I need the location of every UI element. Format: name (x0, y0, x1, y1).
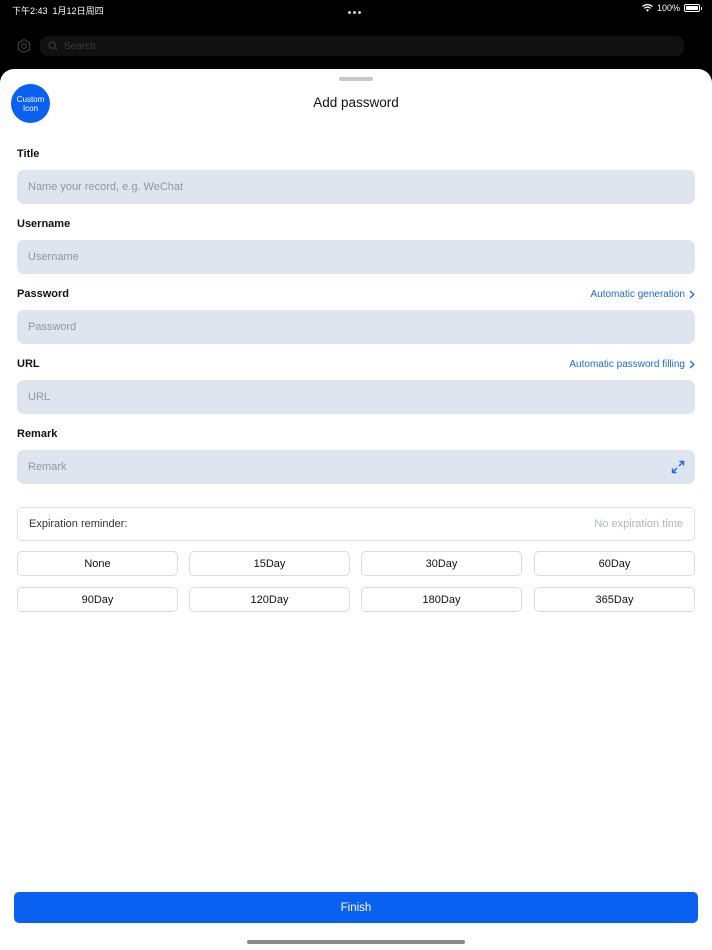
expiration-option-30day[interactable]: 30Day (361, 551, 522, 576)
sheet-grabber[interactable] (339, 77, 373, 81)
title-input[interactable]: Name your record, e.g. WeChat (17, 170, 695, 204)
gear-icon[interactable] (16, 38, 32, 54)
add-password-sheet: Custom Icon Add password Title Name your… (0, 69, 712, 950)
multitasking-dots[interactable] (348, 6, 364, 14)
status-bar: 下午2:43 1月12日周四 100% (0, 0, 712, 18)
username-label: Username (17, 218, 71, 230)
expiration-option-60day[interactable]: 60Day (534, 551, 695, 576)
password-label: Password (17, 288, 69, 300)
url-input[interactable]: URL (17, 380, 695, 414)
username-placeholder: Username (28, 251, 79, 263)
chevron-right-icon (689, 360, 695, 369)
home-indicator[interactable] (247, 940, 465, 944)
expand-icon[interactable] (671, 460, 685, 474)
expiration-option-365day[interactable]: 365Day (534, 587, 695, 612)
password-placeholder: Password (28, 321, 77, 333)
sheet-title: Add password (313, 95, 399, 110)
wifi-icon (642, 4, 653, 12)
title-placeholder: Name your record, e.g. WeChat (28, 181, 184, 193)
remark-label: Remark (17, 428, 58, 440)
status-time: 下午2:43 (12, 6, 48, 16)
expiration-option-none[interactable]: None (17, 551, 178, 576)
expiration-reminder-label: Expiration reminder: (29, 518, 128, 530)
automatic-password-filling-label: Automatic password filling (569, 359, 685, 370)
expiration-reminder-value: No expiration time (594, 518, 683, 530)
expiration-option-120day[interactable]: 120Day (189, 587, 350, 612)
battery-icon (684, 4, 702, 12)
expiration-option-90day[interactable]: 90Day (17, 587, 178, 612)
expiration-reminder-row[interactable]: Expiration reminder: No expiration time (17, 507, 695, 541)
automatic-generation-link[interactable]: Automatic generation (590, 289, 695, 300)
title-label: Title (17, 148, 40, 160)
status-time-date: 下午2:43 1月12日周四 (12, 4, 104, 17)
chevron-right-icon (689, 290, 695, 299)
automatic-generation-label: Automatic generation (590, 289, 685, 300)
finish-button[interactable]: Finish (14, 892, 698, 923)
background-toolbar: Search (0, 34, 712, 58)
password-input[interactable]: Password (17, 310, 695, 344)
finish-button-label: Finish (340, 901, 372, 914)
url-label: URL (17, 358, 40, 370)
expiration-option-180day[interactable]: 180Day (361, 587, 522, 612)
background-search-bar[interactable]: Search (40, 36, 684, 56)
remark-input[interactable]: Remark (17, 450, 695, 484)
status-indicators: 100% (642, 3, 702, 13)
expiration-option-15day[interactable]: 15Day (189, 551, 350, 576)
remark-placeholder: Remark (28, 461, 67, 473)
status-date: 1月12日周四 (52, 6, 104, 16)
battery-percent: 100% (656, 3, 680, 13)
username-input[interactable]: Username (17, 240, 695, 274)
automatic-password-filling-link[interactable]: Automatic password filling (569, 359, 695, 370)
search-placeholder: Search (64, 40, 96, 52)
search-icon (48, 41, 58, 51)
url-placeholder: URL (28, 391, 51, 403)
